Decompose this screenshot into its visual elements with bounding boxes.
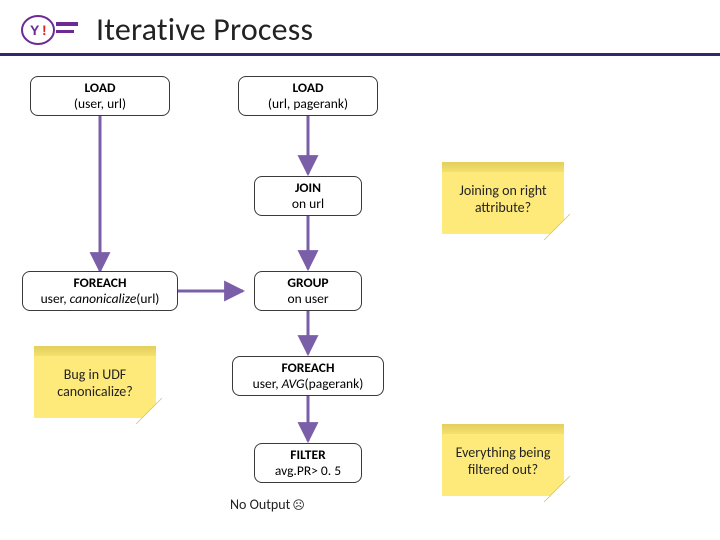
node-sub: (url, pagerank) <box>268 96 348 112</box>
sad-face-icon: ☹ <box>292 499 305 513</box>
no-output-label: No Output☹ <box>230 496 305 513</box>
node-title: GROUP <box>287 275 328 291</box>
node-group: GROUP on user <box>254 271 362 311</box>
sticky-join-attribute: Joining on right attribute? <box>442 164 564 234</box>
node-title: FOREACH <box>74 275 127 291</box>
node-foreach-canonicalize: FOREACH user, canonicalize(url) <box>22 271 178 311</box>
sticky-udf-bug: Bug in UDF canonicalize? <box>34 348 156 418</box>
svg-text:Y: Y <box>30 22 40 38</box>
sticky-filtered-out: Everything being filtered out? <box>442 426 564 496</box>
node-sub: user, canonicalize(url) <box>41 291 160 307</box>
node-filter: FILTER avg.PR> 0. 5 <box>254 443 362 483</box>
node-sub: user, AVG(pagerank) <box>253 376 364 392</box>
node-title: FOREACH <box>282 360 335 376</box>
node-sub: on user <box>287 291 328 307</box>
slide-header: Y ! Iterative Process <box>0 0 720 56</box>
page-title: Iterative Process <box>96 10 313 49</box>
node-title: LOAD <box>292 80 323 96</box>
node-title: LOAD <box>84 80 115 96</box>
yahoo-logo: Y ! <box>20 12 84 48</box>
node-title: FILTER <box>290 447 325 463</box>
node-load-url-pagerank: LOAD (url, pagerank) <box>238 76 378 116</box>
svg-text:!: ! <box>42 22 47 38</box>
node-title: JOIN <box>295 180 321 196</box>
diagram-canvas: LOAD (user, url) LOAD (url, pagerank) JO… <box>0 56 720 526</box>
node-join: JOIN on url <box>254 176 362 216</box>
node-foreach-avg: FOREACH user, AVG(pagerank) <box>232 356 384 396</box>
node-sub: on url <box>292 196 324 212</box>
node-sub: avg.PR> 0. 5 <box>275 463 341 479</box>
node-sub: (user, url) <box>74 96 126 112</box>
node-load-user-url: LOAD (user, url) <box>30 76 170 116</box>
